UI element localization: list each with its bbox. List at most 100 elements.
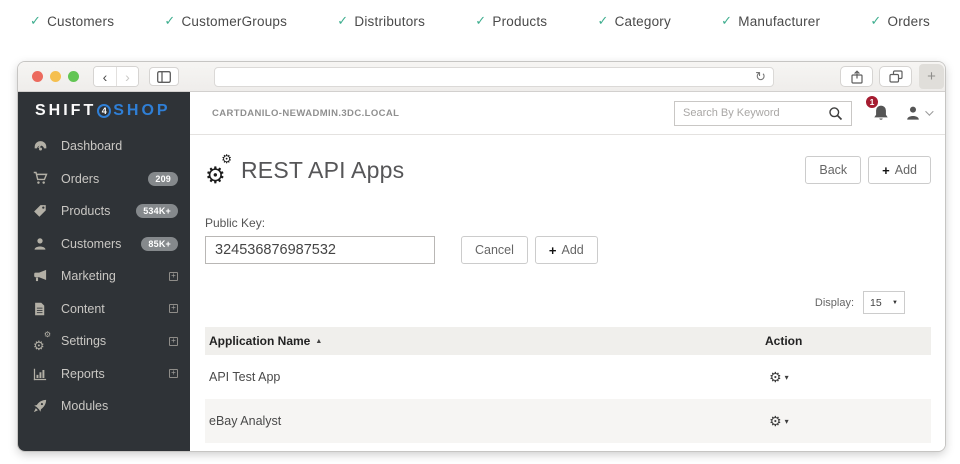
person-icon	[33, 237, 56, 251]
gear-icon: ⚙	[769, 414, 782, 428]
tab-overview-button[interactable]	[879, 66, 912, 87]
sidebar-item-settings[interactable]: ⚙ ⚙ Settings +	[18, 325, 190, 358]
tags-icon	[33, 204, 56, 219]
confirm-add-label: Add	[562, 243, 584, 257]
megaphone-icon	[33, 269, 56, 283]
keyword-search-box[interactable]	[674, 101, 852, 126]
window-controls	[32, 71, 79, 82]
public-key-input[interactable]	[205, 236, 435, 264]
sidebar-item-label: Settings	[61, 334, 169, 348]
integration-customergroups[interactable]: ✓ CustomerGroups	[164, 13, 287, 29]
dashboard-icon	[33, 139, 56, 154]
customers-count-badge: 85K+	[141, 237, 178, 251]
store-name: CARTDANILO-NEWADMIN.3DC.LOCAL	[212, 108, 399, 119]
account-menu-button[interactable]	[905, 105, 931, 121]
integration-orders[interactable]: ✓ Orders	[870, 13, 930, 29]
display-label: Display:	[815, 297, 854, 309]
zoom-window-button[interactable]	[68, 71, 79, 82]
new-tab-button[interactable]: +	[919, 64, 944, 89]
expand-icon[interactable]: +	[169, 337, 178, 346]
user-icon	[905, 105, 921, 121]
back-button[interactable]: Back	[805, 156, 861, 184]
integration-label: Customers	[47, 14, 114, 29]
cancel-button[interactable]: Cancel	[461, 236, 528, 264]
forward-nav-button[interactable]: ›	[116, 67, 138, 86]
gear-icon: ⚙	[33, 339, 45, 352]
page-size-select[interactable]: 15 ▼	[863, 291, 905, 314]
integration-status-bar: ✓ Customers ✓ CustomerGroups ✓ Distribut…	[0, 0, 960, 42]
sidebar-item-dashboard[interactable]: Dashboard	[18, 130, 190, 163]
notification-count-badge: 1	[865, 95, 879, 109]
sidebar-item-reports[interactable]: Reports +	[18, 358, 190, 391]
sidebar-item-products[interactable]: Products 534K+	[18, 195, 190, 228]
page-size-value: 15	[870, 297, 882, 309]
integration-label: Orders	[888, 14, 930, 29]
integration-manufacturer[interactable]: ✓ Manufacturer	[721, 13, 820, 29]
cart-icon	[33, 171, 56, 186]
shift4shop-logo[interactable]: SHIFT 4 SHOP	[18, 92, 190, 130]
add-button-label: Add	[895, 163, 917, 177]
refresh-icon[interactable]: ↻	[755, 70, 766, 83]
minimize-window-button[interactable]	[50, 71, 61, 82]
integration-label: CustomerGroups	[181, 14, 287, 29]
gears-icon: ⚙ ⚙	[33, 334, 49, 349]
integration-customers[interactable]: ✓ Customers	[30, 13, 114, 29]
table-row: API Test App ⚙ ▾	[205, 355, 931, 399]
integration-category[interactable]: ✓ Category	[597, 13, 670, 29]
check-icon: ✓	[30, 13, 41, 29]
sidebar-item-orders[interactable]: Orders 209	[18, 163, 190, 196]
sidebar-item-label: Content	[61, 302, 169, 316]
integration-label: Category	[615, 14, 671, 29]
row-action-menu[interactable]: ⚙ ▾	[761, 370, 921, 384]
caret-down-icon: ▾	[785, 373, 789, 382]
close-window-button[interactable]	[32, 71, 43, 82]
sidebar-item-label: Customers	[61, 237, 141, 251]
sidebar-item-label: Dashboard	[61, 139, 178, 153]
chevron-down-icon	[925, 107, 933, 115]
address-bar[interactable]: ↻	[214, 67, 774, 87]
public-key-form: Cancel + Add	[205, 236, 931, 264]
expand-icon[interactable]: +	[169, 272, 178, 281]
table-header-row: Application Name ▲ Action	[205, 327, 931, 355]
search-icon[interactable]	[828, 106, 843, 121]
plus-icon: +	[882, 163, 890, 178]
expand-icon[interactable]: +	[169, 304, 178, 313]
plus-icon: +	[549, 243, 557, 258]
caret-down-icon: ▾	[785, 417, 789, 426]
back-nav-button[interactable]: ‹	[94, 67, 116, 86]
share-button[interactable]	[840, 66, 873, 87]
gear-icon: ⚙	[769, 370, 782, 384]
table-row: eBay Analyst ⚙ ▾	[205, 399, 931, 443]
logo-text-shift: SHIFT	[35, 102, 96, 120]
check-icon: ✓	[164, 13, 175, 29]
rocket-icon	[33, 399, 56, 413]
row-action-menu[interactable]: ⚙ ▾	[761, 414, 921, 428]
check-icon: ✓	[597, 13, 608, 29]
check-icon: ✓	[475, 13, 486, 29]
app-name-cell: API Test App	[209, 370, 761, 384]
url-input[interactable]	[222, 71, 755, 83]
sidebar-item-customers[interactable]: Customers 85K+	[18, 228, 190, 261]
confirm-add-button[interactable]: + Add	[535, 236, 598, 264]
expand-icon[interactable]: +	[169, 369, 178, 378]
add-app-button[interactable]: + Add	[868, 156, 931, 184]
admin-top-bar: CARTDANILO-NEWADMIN.3DC.LOCAL 1	[190, 92, 945, 135]
logo-text-shop: SHOP	[113, 102, 170, 120]
notifications-button[interactable]: 1	[872, 104, 890, 123]
page-title: REST API Apps	[241, 157, 404, 184]
page-title-row: ⚙ ⚙ REST API Apps Back + Add	[205, 151, 931, 189]
sidebar-item-label: Orders	[61, 172, 148, 186]
search-input[interactable]	[683, 107, 828, 119]
sidebar-toggle-button[interactable]	[149, 67, 179, 86]
sidebar-item-modules[interactable]: Modules	[18, 390, 190, 423]
sidebar-item-marketing[interactable]: Marketing +	[18, 260, 190, 293]
browser-toolbar: ‹ › ↻ +	[18, 62, 945, 92]
column-header-action: Action	[765, 334, 802, 348]
sidebar: SHIFT 4 SHOP Dashboard	[18, 92, 190, 451]
integration-distributors[interactable]: ✓ Distributors	[337, 13, 425, 29]
column-header-application-name[interactable]: Application Name	[209, 334, 310, 348]
sidebar-item-content[interactable]: Content +	[18, 293, 190, 326]
integration-products[interactable]: ✓ Products	[475, 13, 547, 29]
page-content: ⚙ ⚙ REST API Apps Back + Add Publ	[190, 135, 945, 451]
cancel-button-label: Cancel	[475, 243, 514, 257]
